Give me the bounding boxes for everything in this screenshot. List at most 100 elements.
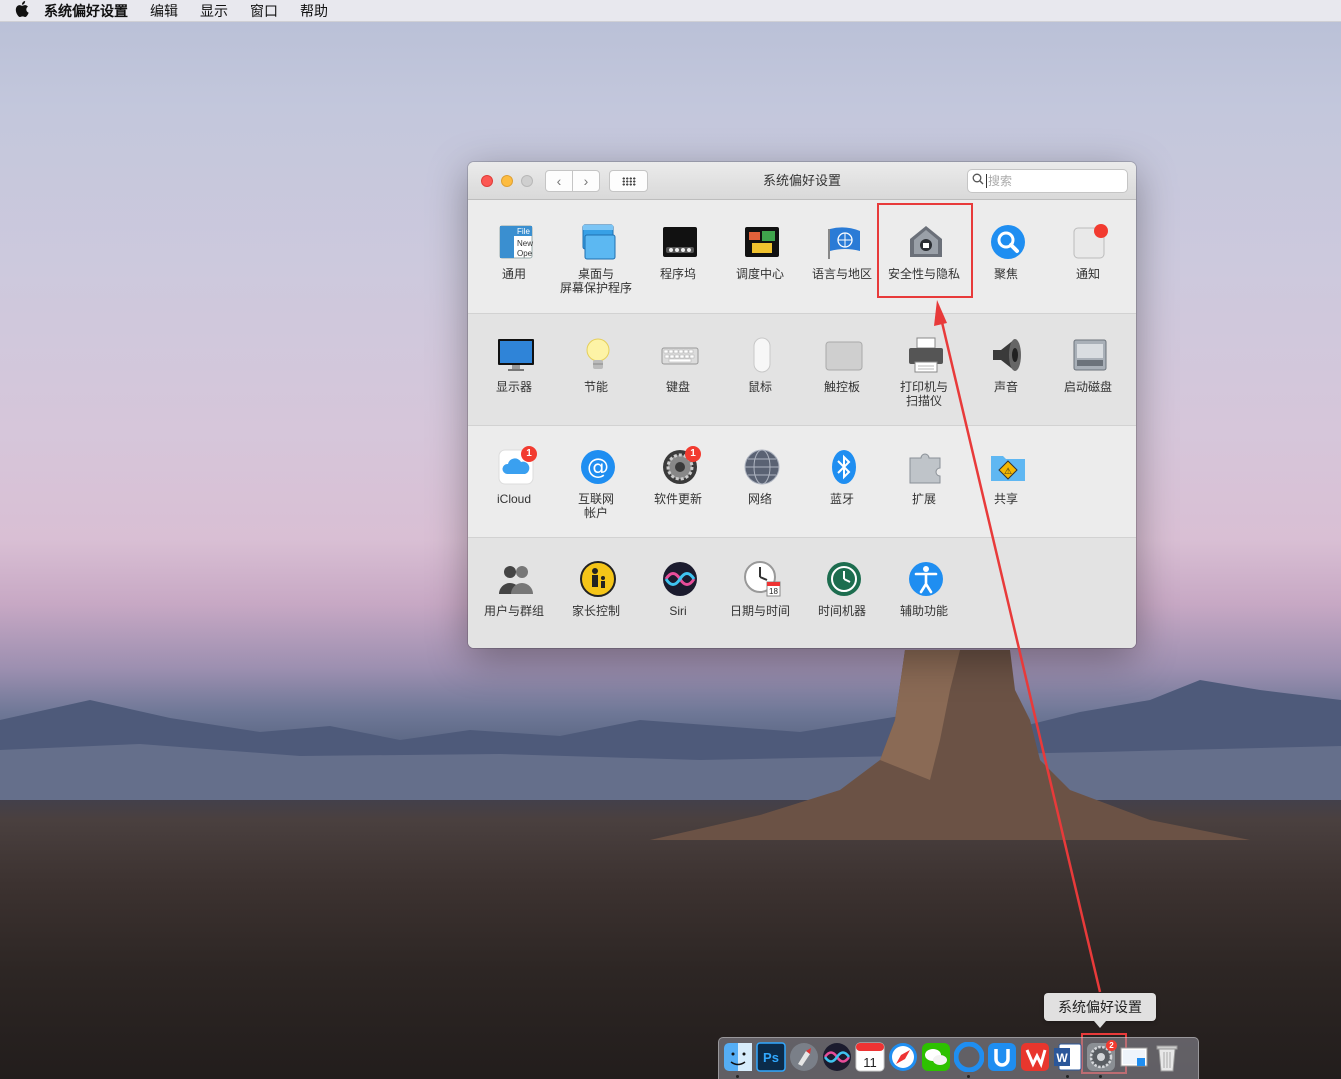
pref-pane-printers[interactable]: 打印机与 扫描仪 xyxy=(883,314,965,426)
pref-pane-label: 互联网 帐户 xyxy=(577,492,614,520)
pref-pane-label: 聚焦 xyxy=(993,267,1018,281)
pref-pane-label: 扩展 xyxy=(911,492,936,506)
menu-edit[interactable]: 编辑 xyxy=(150,1,178,21)
close-button[interactable] xyxy=(481,175,493,187)
pref-pane-label: 打印机与 扫描仪 xyxy=(899,380,948,408)
pref-pane-label: 触控板 xyxy=(823,380,860,394)
desktop-rock-formation xyxy=(650,650,1250,840)
pref-pane-extensions[interactable]: 扩展 xyxy=(883,426,965,538)
pref-pane-desktop[interactable]: 桌面与 屏幕保护程序 xyxy=(555,201,637,313)
pref-pane-trackpad[interactable]: 触控板 xyxy=(801,314,883,426)
menu-window[interactable]: 窗口 xyxy=(250,1,278,21)
pref-pane-software-update[interactable]: 1 软件更新 xyxy=(637,426,719,538)
svg-text:Ps: Ps xyxy=(763,1050,779,1065)
wechat-icon[interactable] xyxy=(921,1042,951,1072)
pref-pane-time-machine[interactable]: 时间机器 xyxy=(801,538,883,648)
siri-icon xyxy=(661,560,699,598)
pref-pane-label: 软件更新 xyxy=(653,492,702,506)
pref-pane-sound[interactable]: 声音 xyxy=(965,314,1047,426)
zoom-button[interactable] xyxy=(521,175,533,187)
pref-pane-spotlight[interactable]: 聚焦 xyxy=(965,201,1047,313)
pref-pane-label: 用户与群组 xyxy=(483,604,544,618)
pref-pane-language[interactable]: 语言与地区 xyxy=(801,201,883,313)
pref-pane-keyboard[interactable]: 键盘 xyxy=(637,314,719,426)
search-field[interactable]: 搜索 xyxy=(967,169,1128,193)
menu-help[interactable]: 帮助 xyxy=(300,1,328,21)
pref-pane-mouse[interactable]: 鼠标 xyxy=(719,314,801,426)
grid-icon xyxy=(621,176,636,186)
display-icon xyxy=(497,336,535,374)
prefs-section-3: 1 iCloud @ 互联网 帐户 1 软件更新 网络 蓝牙 扩展 ⚠ 共享 xyxy=(468,425,1136,537)
svg-text:18: 18 xyxy=(769,587,778,596)
pref-pane-notifications[interactable]: 通知 xyxy=(1047,201,1129,313)
svg-text:New: New xyxy=(517,239,533,248)
keyboard-icon xyxy=(661,336,699,374)
pref-pane-date-time[interactable]: 18 日期与时间 xyxy=(719,538,801,648)
back-button[interactable]: ‹ xyxy=(545,170,573,192)
siri-icon[interactable] xyxy=(822,1042,852,1072)
pref-pane-label: 启动磁盘 xyxy=(1063,380,1112,394)
pref-pane-label: 通用 xyxy=(501,267,526,281)
pref-pane-sharing[interactable]: ⚠ 共享 xyxy=(965,426,1047,538)
pref-pane-accessibility[interactable]: 辅助功能 xyxy=(883,538,965,648)
app-u-icon[interactable] xyxy=(987,1042,1017,1072)
at-icon: @ xyxy=(579,448,617,486)
pref-pane-icloud[interactable]: 1 iCloud xyxy=(473,426,555,538)
notification-badge: 1 xyxy=(685,446,701,462)
menu-app-name[interactable]: 系统偏好设置 xyxy=(44,1,128,21)
dock: Ps 11 W 2 xyxy=(718,1037,1199,1079)
svg-text:Ope: Ope xyxy=(517,249,533,258)
pref-pane-label: 蓝牙 xyxy=(829,492,854,506)
pref-pane-internet-accounts[interactable]: @ 互联网 帐户 xyxy=(555,426,637,538)
pref-pane-label: 辅助功能 xyxy=(899,604,948,618)
launchpad-icon[interactable] xyxy=(789,1042,819,1072)
title-bar: 系统偏好设置 ‹ › 搜索 xyxy=(468,162,1136,200)
prefs-section-4: 用户与群组 家长控制 Siri 18 日期与时间 时间机器 辅助功能 xyxy=(468,537,1136,648)
running-indicator xyxy=(967,1075,970,1078)
pref-pane-users[interactable]: 用户与群组 xyxy=(473,538,555,648)
pref-pane-mission-control[interactable]: 调度中心 xyxy=(719,201,801,313)
preview-icon[interactable] xyxy=(1119,1042,1149,1072)
pref-pane-label: 共享 xyxy=(993,492,1018,506)
pref-pane-parental[interactable]: 家长控制 xyxy=(555,538,637,648)
pref-pane-energy[interactable]: 节能 xyxy=(555,314,637,426)
chevron-left-icon: ‹ xyxy=(556,173,562,189)
pref-pane-label: 桌面与 屏幕保护程序 xyxy=(559,267,632,295)
pref-pane-siri[interactable]: Siri xyxy=(637,538,719,648)
word-icon[interactable]: W xyxy=(1053,1042,1083,1072)
system-preferences-icon[interactable]: 2 xyxy=(1086,1040,1117,1072)
finder-icon[interactable] xyxy=(723,1042,753,1072)
pref-pane-displays[interactable]: 显示器 xyxy=(473,314,555,426)
accessibility-icon xyxy=(907,560,945,598)
printer-icon xyxy=(907,336,945,374)
pref-pane-dock[interactable]: 程序坞 xyxy=(637,201,719,313)
security-highlight-box xyxy=(877,203,973,298)
pref-pane-network[interactable]: 网络 xyxy=(719,426,801,538)
browser-icon[interactable] xyxy=(953,1041,985,1073)
pref-pane-label: 语言与地区 xyxy=(811,267,872,281)
pref-pane-label: iCloud xyxy=(496,492,532,506)
pref-pane-label: 家长控制 xyxy=(571,604,620,618)
pref-pane-startup-disk[interactable]: 启动磁盘 xyxy=(1047,314,1129,426)
photoshop-icon[interactable]: Ps xyxy=(756,1042,786,1072)
dock-badge: 2 xyxy=(1106,1040,1117,1051)
pref-pane-bluetooth[interactable]: 蓝牙 xyxy=(801,426,883,538)
calendar-icon[interactable]: 11 xyxy=(855,1042,885,1072)
pref-pane-general[interactable]: File New Ope 通用 xyxy=(473,201,555,313)
minimize-button[interactable] xyxy=(501,175,513,187)
pref-pane-label: 鼠标 xyxy=(747,380,772,394)
wps-icon[interactable] xyxy=(1020,1042,1050,1072)
pref-pane-label: 声音 xyxy=(993,380,1018,394)
users-icon xyxy=(497,560,535,598)
forward-button[interactable]: › xyxy=(572,170,600,192)
show-all-button[interactable] xyxy=(609,170,648,192)
menu-view[interactable]: 显示 xyxy=(200,1,228,21)
running-indicator xyxy=(1066,1075,1069,1078)
prefs-section-2: 显示器 节能 键盘 鼠标 触控板 打印机与 扫描仪 声音 启动磁盘 xyxy=(468,313,1136,425)
disk-icon xyxy=(1071,336,1109,374)
dock-tooltip: 系统偏好设置 xyxy=(1044,993,1156,1028)
safari-icon[interactable] xyxy=(888,1042,918,1072)
apple-icon[interactable] xyxy=(0,0,44,21)
trash-icon[interactable] xyxy=(1152,1042,1182,1072)
puzzle-icon xyxy=(907,448,945,486)
